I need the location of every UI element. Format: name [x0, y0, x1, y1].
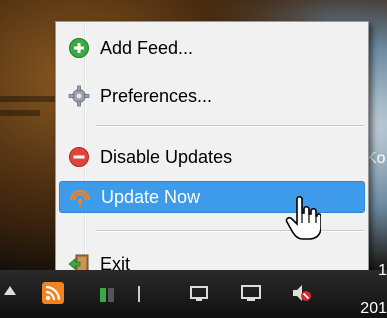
clock-time[interactable]: 1	[378, 262, 387, 280]
hand-cursor-icon	[285, 195, 321, 240]
menu-separator	[96, 125, 364, 127]
desktop-decoration	[0, 110, 40, 116]
volume-muted-icon[interactable]	[290, 282, 312, 304]
battery-icon[interactable]	[96, 282, 118, 304]
menu-item-add-feed[interactable]: Add Feed...	[59, 32, 365, 64]
display-icon[interactable]	[188, 282, 210, 304]
rss-icon	[69, 186, 91, 208]
menu-item-label: Disable Updates	[100, 146, 233, 167]
network-icon[interactable]	[128, 282, 150, 304]
gear-icon	[68, 85, 90, 107]
monitor-icon[interactable]	[240, 282, 262, 304]
show-hidden-icons-button[interactable]	[4, 286, 16, 295]
menu-item-preferences[interactable]: Preferences...	[59, 80, 365, 112]
taskbar	[0, 270, 387, 317]
context-menu: Add Feed... Preferences... Disable Updat…	[55, 21, 369, 291]
plus-circle-icon	[68, 37, 90, 59]
menu-item-label: Add Feed...	[100, 37, 194, 58]
menu-item-label: Update Now	[101, 186, 201, 207]
menu-separator	[96, 230, 364, 232]
rss-tray-icon[interactable]	[42, 282, 64, 304]
minus-circle-icon	[68, 146, 90, 168]
menu-item-disable-updates[interactable]: Disable Updates	[59, 141, 365, 173]
menu-item-label: Preferences...	[100, 85, 213, 106]
clock-date[interactable]: 201	[360, 300, 387, 318]
